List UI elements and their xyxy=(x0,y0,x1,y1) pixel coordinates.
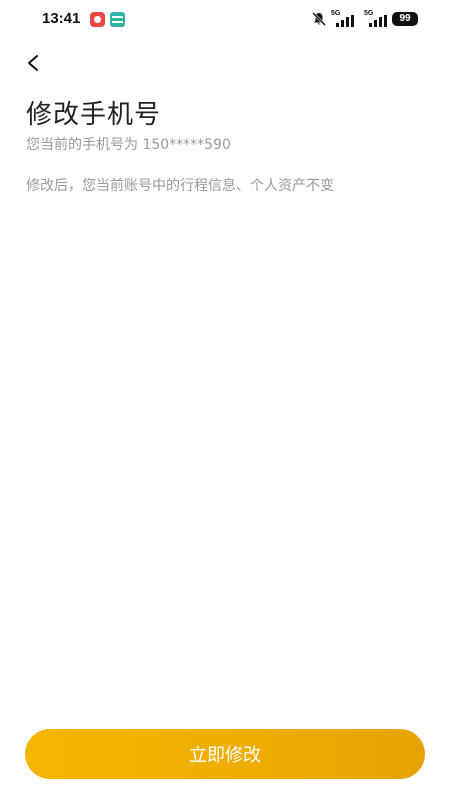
battery-icon: 99 xyxy=(392,12,418,26)
chevron-left-icon xyxy=(28,55,38,71)
signal-bars-icon xyxy=(369,15,387,27)
status-time: 13:41 xyxy=(42,10,81,27)
page-title: 修改手机号 xyxy=(26,100,162,130)
current-phone-text: 您当前的手机号为 150*****590 xyxy=(26,137,231,153)
signal-bars-icon xyxy=(336,15,354,27)
change-now-button[interactable]: 立即修改 xyxy=(25,729,425,779)
status-bar: 13:41 5G 5G 99 xyxy=(0,0,450,40)
change-phone-screen: 13:41 5G 5G 99 修改手机号 您当前的手机号为 150*****59… xyxy=(0,0,450,800)
news-app-icon xyxy=(110,12,125,27)
mute-bell-icon xyxy=(312,12,326,26)
change-hint-text: 修改后，您当前账号中的行程信息、个人资产不变 xyxy=(26,178,334,194)
back-button[interactable] xyxy=(20,50,46,76)
notification-app-icon xyxy=(90,12,105,27)
